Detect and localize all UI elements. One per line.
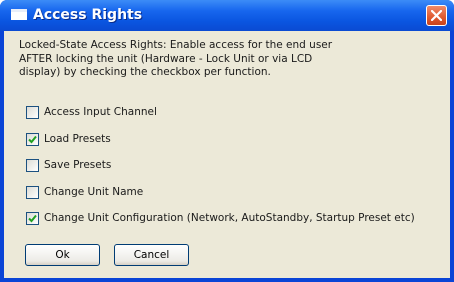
- close-icon: [431, 10, 442, 21]
- ok-button[interactable]: Ok: [25, 244, 100, 266]
- window-icon: [11, 9, 27, 20]
- cancel-button[interactable]: Cancel: [114, 244, 189, 266]
- option-label: Change Unit Name: [44, 186, 144, 198]
- window-title: Access Rights: [33, 7, 143, 23]
- option-label: Save Presets: [44, 159, 112, 171]
- change-unit-configuration-checkbox[interactable]: [26, 212, 39, 225]
- checkmark-icon: [28, 214, 37, 223]
- option-label: Access Input Channel: [44, 106, 157, 118]
- close-button[interactable]: [426, 5, 447, 26]
- change-unit-name-checkbox[interactable]: [26, 186, 39, 199]
- checkmark-icon: [28, 135, 37, 144]
- option-label: Change Unit Configuration (Network, Auto…: [44, 212, 415, 224]
- description-text: Locked-State Access Rights: Enable acces…: [19, 39, 333, 78]
- access-input-channel-checkbox[interactable]: [26, 106, 39, 119]
- load-presets-checkbox[interactable]: [26, 133, 39, 146]
- access-rights-dialog: Access Rights Locked-State Access Rights…: [0, 0, 454, 282]
- title-bar[interactable]: Access Rights: [0, 0, 454, 31]
- dialog-body: Locked-State Access Rights: Enable acces…: [4, 31, 450, 278]
- save-presets-checkbox[interactable]: [26, 159, 39, 172]
- option-label: Load Presets: [44, 133, 111, 145]
